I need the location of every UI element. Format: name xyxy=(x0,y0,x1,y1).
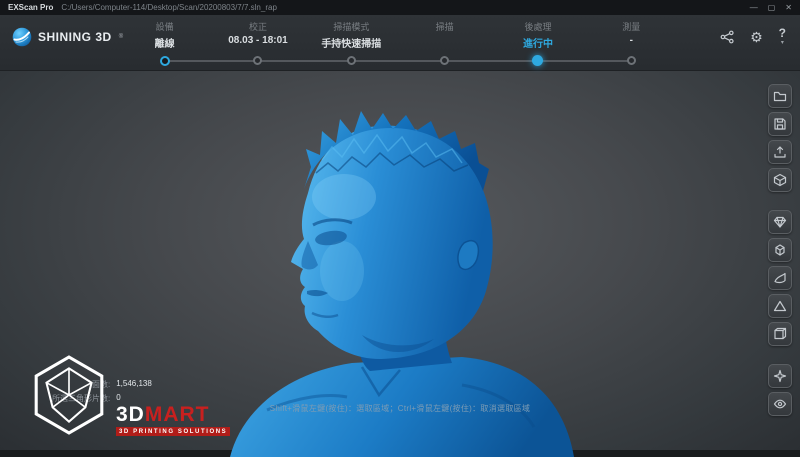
brightness-button[interactable] xyxy=(768,364,792,388)
eye-icon xyxy=(773,397,787,411)
header-icon-group: ⚙ ? ▾ xyxy=(720,27,786,46)
dot-scan[interactable] xyxy=(440,56,449,65)
title-bar: EXScan Pro C:/Users/Computer-114/Desktop… xyxy=(0,0,800,15)
model-box-icon xyxy=(773,173,787,187)
surface-tool-button[interactable] xyxy=(768,266,792,290)
3dmart-hexagon-logo-icon xyxy=(28,354,110,436)
share-nodes-icon xyxy=(720,30,734,44)
shining3d-logo-icon xyxy=(12,27,32,47)
settings-button[interactable]: ⚙ xyxy=(750,30,763,44)
window-controls: — ▢ ✕ xyxy=(750,0,792,15)
toolbar-divider xyxy=(768,350,792,360)
step-scan-mode[interactable]: 掃描模式 手持快速掃描 xyxy=(305,20,398,50)
surface-icon xyxy=(773,271,787,285)
wireframe-box-icon xyxy=(773,327,787,341)
dot-measure[interactable] xyxy=(627,56,636,65)
model-view-button[interactable] xyxy=(768,168,792,192)
step-postprocess[interactable]: 後處理 進行中 xyxy=(491,20,584,50)
file-path: C:/Users/Computer-114/Desktop/Scan/20200… xyxy=(61,3,277,12)
save-button[interactable] xyxy=(768,112,792,136)
sparkle-icon xyxy=(773,369,787,383)
select-tool-button[interactable] xyxy=(768,210,792,234)
share-button[interactable] xyxy=(720,30,734,44)
open-project-button[interactable] xyxy=(768,84,792,108)
watermark-brand: 3DMART xyxy=(116,404,230,425)
viewport-3d[interactable]: 面數: 1,546,138 所選三角形片數: 0 Shift+滑鼠左鍵(按住)：… xyxy=(0,71,800,450)
cube-icon xyxy=(773,243,787,257)
folder-open-icon xyxy=(773,89,787,103)
help-icon: ? xyxy=(779,27,786,39)
triangle-icon xyxy=(773,299,787,313)
watermark-text: 3DMART 3D PRINTING SOLUTIONS xyxy=(116,404,230,436)
step-scan[interactable]: 掃描 xyxy=(398,20,491,50)
minimize-button[interactable]: — xyxy=(750,0,758,15)
step-device[interactable]: 設備 離線 xyxy=(118,20,211,50)
scanned-head-mesh xyxy=(212,65,592,457)
mesh-tool-button[interactable] xyxy=(768,238,792,262)
simplify-tool-button[interactable] xyxy=(768,294,792,318)
step-measure[interactable]: 測量 - xyxy=(585,20,678,50)
gear-icon: ⚙ xyxy=(750,30,763,44)
workflow-steps: 設備 離線 校正 08.03 - 18:01 掃描模式 手持快速掃描 掃描 後處… xyxy=(118,20,678,50)
gem-select-icon xyxy=(773,215,787,229)
maximize-button[interactable]: ▢ xyxy=(768,0,776,15)
dot-scan-mode[interactable] xyxy=(347,56,356,65)
mouse-hint-text: Shift+滑鼠左鍵(按住)：選取區域；Ctrl+滑鼠左鍵(按住)：取消選取區域 xyxy=(270,403,530,414)
right-toolbar xyxy=(768,84,792,416)
toolbar-divider xyxy=(768,196,792,206)
dot-calibration[interactable] xyxy=(253,56,262,65)
header-bar: SHINING 3D ® 設備 離線 校正 08.03 - 18:01 掃描模式… xyxy=(0,15,800,71)
brand: SHINING 3D ® xyxy=(12,27,123,47)
close-button[interactable]: ✕ xyxy=(785,0,792,15)
step-calibration[interactable]: 校正 08.03 - 18:01 xyxy=(211,20,304,50)
help-button[interactable]: ? ▾ xyxy=(779,27,786,46)
3dmart-watermark: 3DMART 3D PRINTING SOLUTIONS xyxy=(28,354,230,436)
app-title: EXScan Pro xyxy=(8,3,53,12)
dot-device[interactable] xyxy=(160,56,170,66)
watermark-tagline: 3D PRINTING SOLUTIONS xyxy=(116,427,230,436)
save-icon xyxy=(773,117,787,131)
export-button[interactable] xyxy=(768,140,792,164)
brand-name: SHINING 3D xyxy=(38,30,112,44)
chevron-down-icon: ▾ xyxy=(781,40,784,46)
dot-postprocess[interactable] xyxy=(532,55,543,66)
visibility-button[interactable] xyxy=(768,392,792,416)
wireframe-button[interactable] xyxy=(768,322,792,346)
export-icon xyxy=(773,145,787,159)
